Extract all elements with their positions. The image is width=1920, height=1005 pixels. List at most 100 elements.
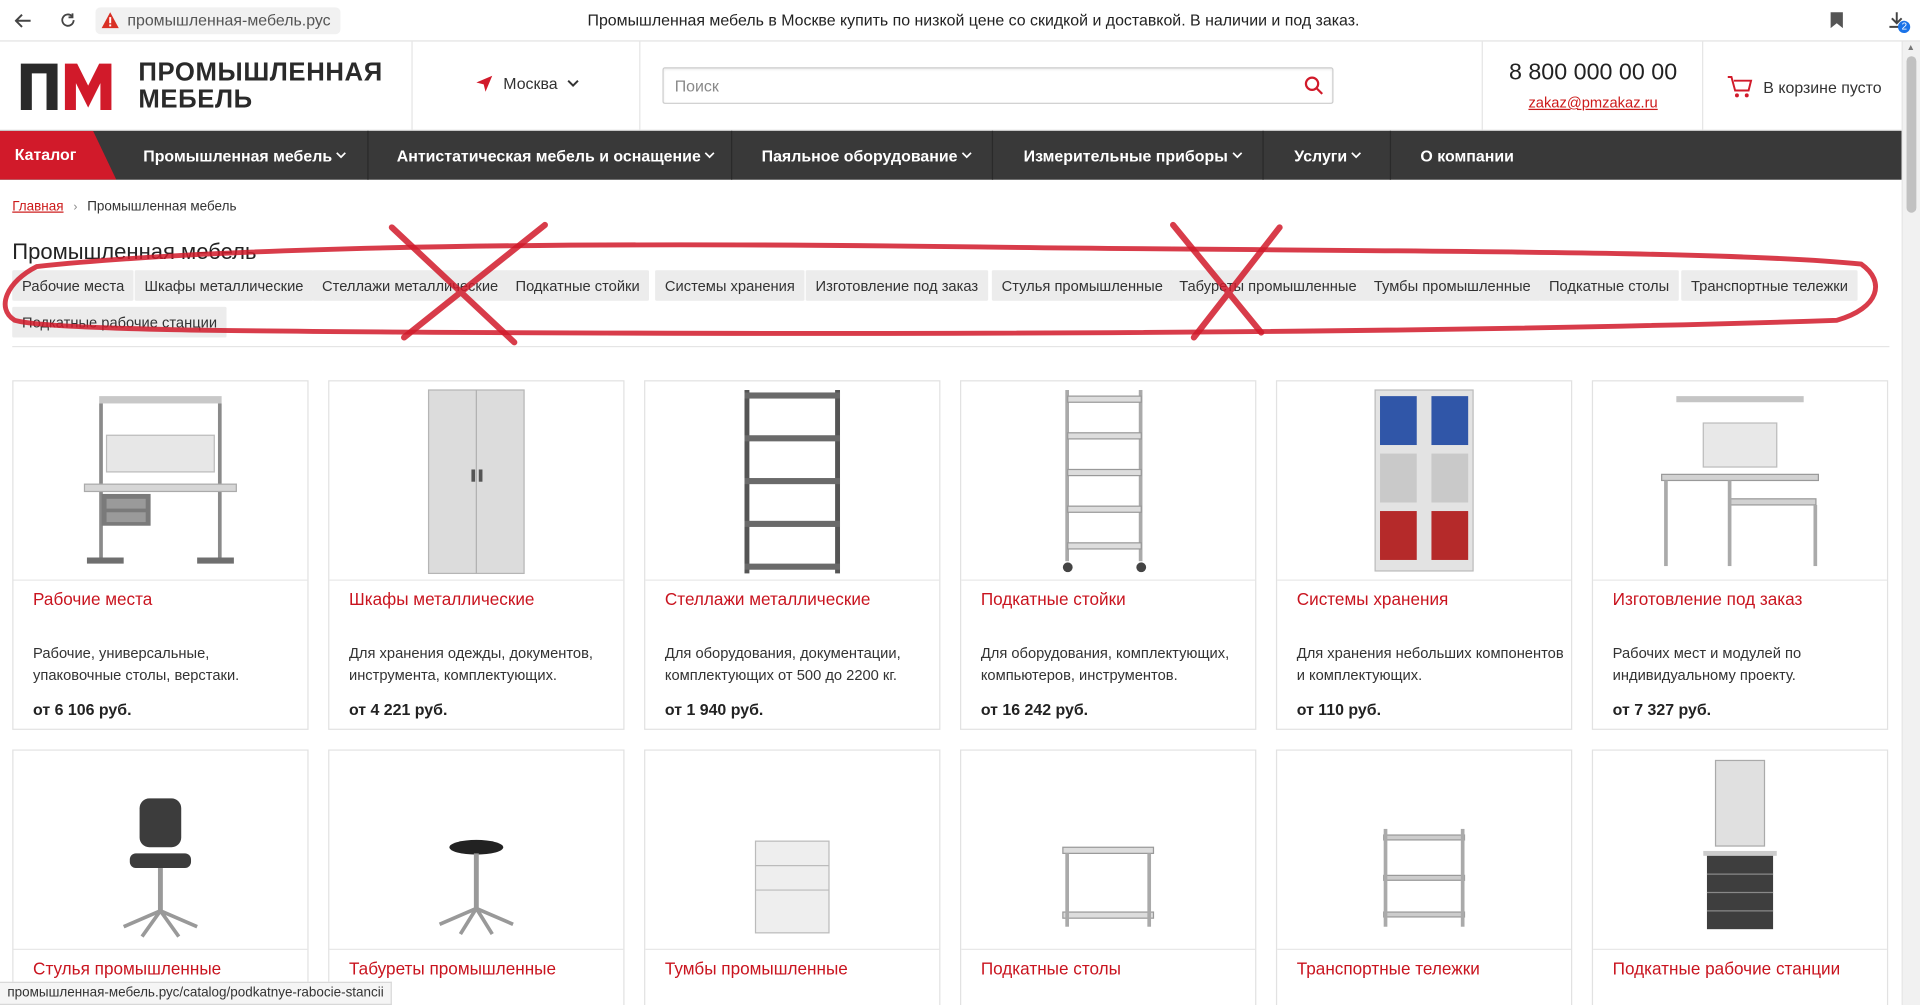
rolling-table-icon[interactable] [961,751,1256,950]
chevron-down-icon [1351,152,1362,159]
product-price: от 6 106 руб. [33,700,132,719]
product-title[interactable]: Стеллажи металлические [665,589,871,609]
phone-number[interactable]: 8 800 000 00 00 [1483,60,1703,87]
chair-icon[interactable] [13,751,308,950]
scroll-up-arrow-icon[interactable]: ▲ [1907,44,1915,53]
shelving-icon[interactable] [645,381,940,581]
product-title[interactable]: Табуреты промышленные [349,959,556,979]
cabinet-icon[interactable] [329,381,624,581]
search-box[interactable] [662,67,1334,104]
product-description: Для оборудования, документации, комплект… [664,644,901,684]
product-title[interactable]: Стулья промышленные [33,959,221,979]
chip-rolling-racks[interactable]: Подкатные стойки [505,270,650,301]
city-selector[interactable]: Москва [475,75,589,93]
chip-metal-shelving[interactable]: Стеллажи металлические [312,270,509,301]
product-title[interactable]: Тумбы промышленные [665,959,848,979]
product-card[interactable]: Шкафы металлические Для хранения одежды,… [328,380,625,730]
menu-item-label[interactable]: Антистатическая мебель и оснащение [397,146,701,164]
product-price: от 4 221 руб. [348,700,448,719]
search-button[interactable] [1296,68,1333,102]
menu-separator [1262,130,1264,180]
product-title[interactable]: Подкатные рабочие станции [1613,959,1841,979]
product-title[interactable]: Подкатные стойки [981,589,1126,609]
scrollbar-thumb[interactable] [1906,56,1917,213]
product-card[interactable]: Подкатные рабочие станции [1591,749,1889,1005]
trolley-icon[interactable] [1277,751,1572,950]
not-secure-warning-icon[interactable] [100,10,120,30]
menu-separator [1389,130,1392,180]
bookmark-icon[interactable] [1829,11,1844,29]
product-card[interactable]: Стулья промышленные [12,749,309,1005]
header-divider [639,41,641,131]
menu-item-label[interactable]: Паяльное оборудование [762,146,958,164]
page-title: Промышленная мебель [12,239,257,265]
product-title[interactable]: Системы хранения [1297,589,1449,609]
menu-item-services[interactable]: Услуги [1294,131,1362,180]
chip-rolling-tables[interactable]: Подкатные столы [1539,270,1679,301]
product-description: Рабочих мест и модулей по индивидуальном… [1612,644,1802,684]
stool-icon[interactable] [329,751,624,950]
product-title[interactable]: Подкатные столы [981,959,1121,979]
site-logo[interactable]: ПРОМЫШЛЕННАЯ МЕБЕЛЬ [18,59,382,114]
page-scrollbar[interactable]: ▲ [1901,41,1920,1005]
chip-chairs[interactable]: Стулья промышленные [991,270,1173,301]
product-card[interactable]: Подкатные столы [960,749,1257,1005]
product-card[interactable]: Подкатные стойки Для оборудования, компл… [960,380,1257,730]
product-title[interactable]: Изготовление под заказ [1613,589,1803,609]
product-card[interactable]: Транспортные тележки [1275,749,1573,1005]
email-link[interactable]: zakaz@pmzakaz.ru [1483,94,1703,111]
menu-item-about[interactable]: О компании [1420,131,1514,180]
chip-custom-made[interactable]: Изготовление под заказ [805,270,988,301]
chip-storage-systems[interactable]: Системы хранения [655,270,805,301]
address-text[interactable]: промышленная-мебель.рус [127,11,330,29]
chip-trolleys[interactable]: Транспортные тележки [1681,270,1858,301]
menu-catalog-button[interactable]: Каталог [0,130,117,180]
product-card[interactable]: Тумбы промышленные [644,749,941,1005]
status-bar-url: промышленная-мебель.рус/catalog/podkatny… [0,981,393,1005]
search-input[interactable] [663,68,1296,103]
product-card[interactable]: Системы хранения Для хранения небольших … [1275,380,1573,730]
storage-tower-icon[interactable] [1277,381,1572,581]
chip-metal-cabinets[interactable]: Шкафы металлические [134,270,314,301]
chip-workstations[interactable]: Рабочие места [12,270,135,301]
custom-desk-icon[interactable] [1593,381,1887,581]
product-title[interactable]: Транспортные тележки [1297,959,1480,979]
menu-item-label[interactable]: О компании [1420,146,1514,164]
menu-item-industrial-furniture[interactable]: Промышленная мебель [143,131,347,180]
chevron-down-icon [705,152,715,159]
logo-line2: МЕБЕЛЬ [138,85,253,114]
product-card[interactable]: Изготовление под заказ Рабочих мест и мо… [1591,380,1889,730]
product-card[interactable]: Рабочие места Рабочие, универсальные, уп… [12,380,309,730]
cart-status[interactable]: В корзине пусто [1763,78,1881,96]
menu-item-antistatic[interactable]: Антистатическая мебель и оснащение [397,131,716,180]
menu-item-measuring[interactable]: Измерительные приборы [1024,131,1243,180]
breadcrumb-home-link[interactable]: Главная [12,199,63,214]
menu-catalog-label[interactable]: Каталог [15,145,77,163]
download-count-badge: 2 [1897,20,1911,34]
breadcrumb: Главная › Промышленная мебель [12,199,236,214]
mobile-workstation-icon[interactable] [1593,751,1887,950]
workbench-icon[interactable] [13,381,308,581]
cart-link[interactable]: В корзине пусто [1727,75,1882,99]
address-bar[interactable]: промышленная-мебель.рус [95,6,341,34]
rolling-rack-icon[interactable] [961,381,1256,581]
menu-item-label[interactable]: Услуги [1294,146,1347,164]
chip-pedestals[interactable]: Тумбы промышленные [1364,270,1541,301]
breadcrumb-separator: › [73,199,78,214]
reload-icon[interactable] [54,7,81,34]
chip-mobile-workstations[interactable]: Подкатные рабочие станции [12,306,227,338]
product-card[interactable]: Табуреты промышленные [328,749,625,1005]
product-title[interactable]: Шкафы металлические [349,589,534,609]
chip-stools[interactable]: Табуреты промышленные [1169,270,1367,301]
header-divider [1702,41,1704,131]
back-arrow-icon[interactable] [10,7,37,34]
menu-item-label[interactable]: Измерительные приборы [1024,146,1228,164]
search-icon [1304,76,1323,95]
menu-item-soldering[interactable]: Паяльное оборудование [762,131,973,180]
divider [12,345,1890,348]
city-name[interactable]: Москва [503,75,557,93]
product-card[interactable]: Стеллажи металлические Для оборудования,… [644,380,941,730]
product-title[interactable]: Рабочие места [33,589,152,609]
drawer-pedestal-icon[interactable] [645,751,940,950]
menu-item-label[interactable]: Промышленная мебель [143,146,332,164]
